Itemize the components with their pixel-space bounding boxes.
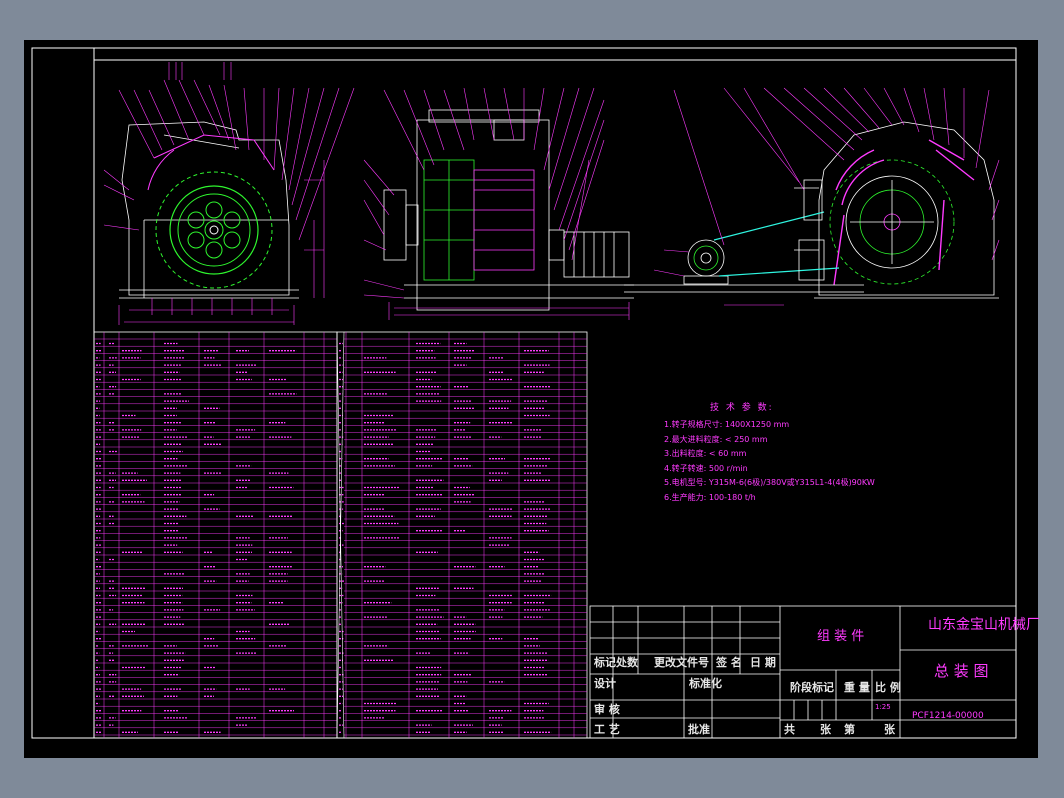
parts-list-right-rows <box>344 338 587 736</box>
tb-label-weight: 重 量 <box>844 681 870 694</box>
tech-param-line: 5.电机型号: Y315M-6(6极)/380V或Y315L1-4(4极)90K… <box>664 478 875 487</box>
tb-label-sheet: 张 <box>820 723 831 736</box>
tb-label-standardize: 标准化 <box>689 677 722 690</box>
drawing-sheet: 技 术 参 数: 1.转子规格尺寸: 1400X1250 mm 2.最大进料粒度:… <box>24 40 1040 758</box>
tb-label-mark: 标记 <box>594 656 616 669</box>
parts-list-right-text-marks <box>339 342 552 733</box>
tb-label-page: 第 <box>844 723 855 736</box>
side-view <box>383 109 634 311</box>
outer-frame <box>31 47 1017 739</box>
front-view-leaders <box>103 62 355 241</box>
tb-label-change-doc: 更改文件号 <box>654 656 709 669</box>
tb-label-date: 日 期 <box>750 656 776 669</box>
tb-label-stage-mark: 阶段标记 <box>790 681 834 694</box>
tech-param-line: 4.转子转速: 500 r/min <box>664 463 748 473</box>
tech-params-title: 技 术 参 数: <box>710 403 774 413</box>
section-view <box>624 121 999 299</box>
tech-param-line: 1.转子规格尺寸: 1400X1250 mm <box>664 420 790 429</box>
tb-label-approve: 批准 <box>688 723 710 736</box>
front-view-rotor <box>147 134 275 289</box>
tb-label-sign: 签 名 <box>716 656 742 669</box>
tb-label-count: 处数 <box>616 656 638 669</box>
tb-label-design: 设计 <box>594 677 616 690</box>
cad-drawing <box>31 47 1017 739</box>
tb-label-review: 审 核 <box>594 703 620 716</box>
company-name: 山东金宝山机械厂 <box>928 617 1040 633</box>
parts-list-left <box>93 331 338 739</box>
tech-param-line: 2.最大进料粒度: < 250 mm <box>664 434 768 444</box>
parts-list-divider <box>336 331 345 739</box>
section-view-leaders <box>653 87 1000 306</box>
tb-label-process: 工 艺 <box>594 723 620 736</box>
tb-label-sheet-2: 张 <box>884 723 895 736</box>
tb-label-total: 共 <box>784 723 795 736</box>
drawing-number: PCF1214-00000 <box>912 711 984 721</box>
tech-param-line: 6.生产能力: 100-180 t/h <box>664 492 756 502</box>
front-view <box>119 121 299 299</box>
tech-param-line: 3.出料粒度: < 60 mm <box>664 449 747 458</box>
parts-list-right <box>336 331 588 739</box>
parts-list-left-text-marks <box>96 342 297 733</box>
scale-value: 1:25 <box>875 703 891 711</box>
parts-list-left-rows <box>94 338 337 736</box>
assembly-label: 组 装 件 <box>817 629 865 644</box>
tb-label-ratio: 比 例 <box>875 681 901 694</box>
drawing-title: 总 装 图 <box>934 662 989 680</box>
